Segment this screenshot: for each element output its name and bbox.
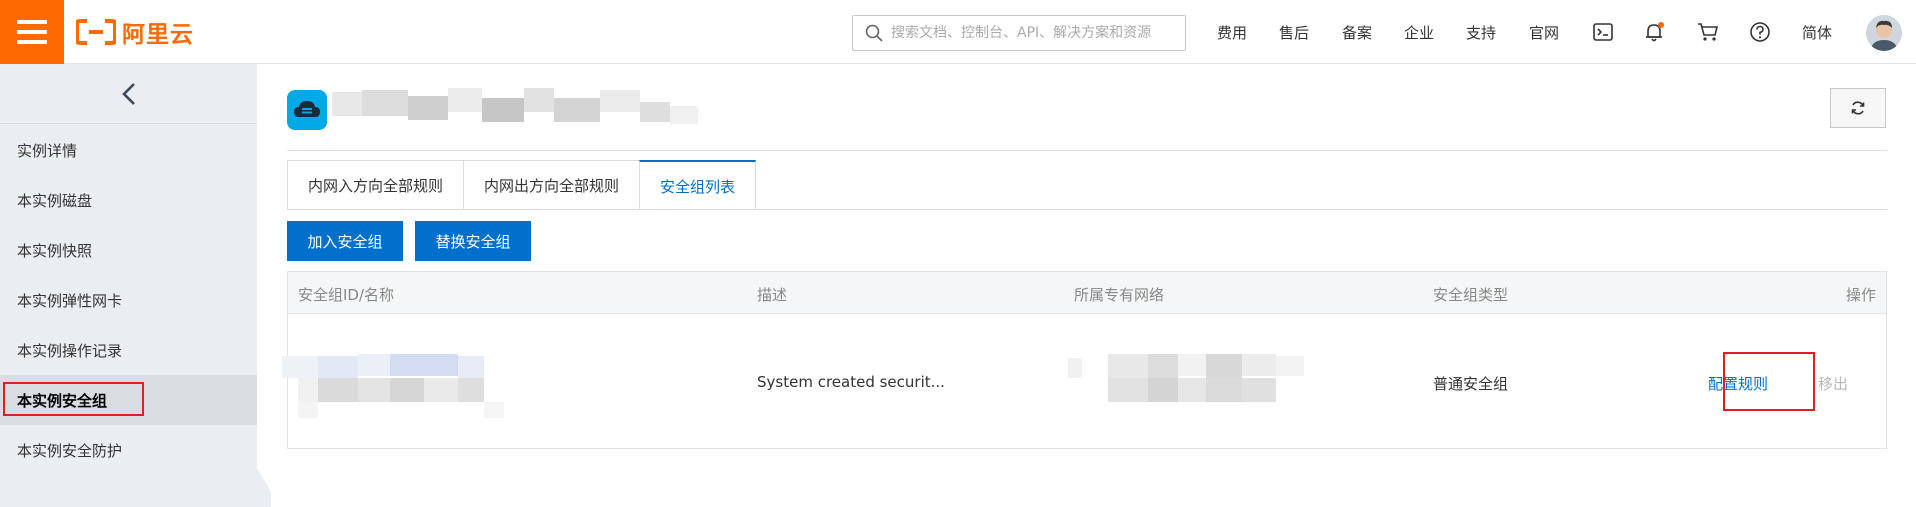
nav-official-site[interactable]: 官网 [1529, 22, 1559, 43]
replace-security-group-button[interactable]: 替换安全组 [415, 221, 531, 261]
tab-security-group-list[interactable]: 安全组列表 [639, 160, 757, 210]
header-divider [287, 150, 1887, 151]
sidebar-item-disks[interactable]: 本实例磁盘 [0, 175, 257, 225]
cloud-server-icon [287, 90, 327, 130]
remove-link: 移出 [1818, 375, 1849, 393]
sidebar-item-security-groups[interactable]: 本实例安全组 [0, 375, 257, 425]
column-header-actions: 操作 [1846, 286, 1877, 304]
nav-after-sales[interactable]: 售后 [1279, 22, 1309, 43]
refresh-button[interactable] [1830, 88, 1886, 128]
tab-inbound-rules[interactable]: 内网入方向全部规则 [287, 160, 465, 210]
sidebar: 实例详情 本实例磁盘 本实例快照 本实例弹性网卡 本实例操作记录 本实例安全组 … [0, 64, 257, 507]
terminal-icon[interactable] [1591, 20, 1615, 44]
nav-icp[interactable]: 备案 [1342, 22, 1372, 43]
instance-name-redacted [332, 86, 702, 136]
chevron-left-icon [121, 82, 135, 105]
column-header-vpc: 所属专有网络 [1074, 286, 1165, 304]
avatar[interactable] [1866, 15, 1902, 51]
logo[interactable]: 阿里云 [76, 16, 194, 48]
configure-rules-link[interactable]: 配置规则 [1708, 373, 1768, 394]
tab-bar: 内网入方向全部规则 内网出方向全部规则 安全组列表 [287, 160, 757, 210]
help-icon[interactable] [1748, 20, 1772, 44]
logo-text: 阿里云 [122, 22, 194, 48]
sidebar-item-instance-details[interactable]: 实例详情 [0, 125, 257, 175]
search-input[interactable] [891, 25, 1181, 41]
sidebar-item-label: 本实例安全组 [17, 391, 108, 410]
security-group-table: 安全组ID/名称 描述 所属专有网络 安全组类型 操作 System creat… [282, 271, 1887, 449]
sidebar-item-label: 本实例弹性网卡 [17, 291, 123, 310]
sidebar-item-security-protection[interactable]: 本实例安全防护 [0, 425, 257, 475]
search-box[interactable] [852, 15, 1186, 51]
logo-icon [76, 19, 116, 45]
tab-outbound-rules[interactable]: 内网出方向全部规则 [463, 160, 641, 210]
cart-icon[interactable] [1696, 20, 1720, 44]
sidebar-resize-handle[interactable] [257, 468, 271, 507]
search-icon [865, 24, 883, 42]
sidebar-item-label: 本实例安全防护 [17, 441, 123, 460]
sidebar-item-label: 本实例快照 [17, 241, 93, 260]
column-header-type: 安全组类型 [1433, 286, 1509, 304]
sidebar-item-snapshots[interactable]: 本实例快照 [0, 225, 257, 275]
row-description: System created securit... [757, 373, 945, 391]
join-security-group-button[interactable]: 加入安全组 [287, 221, 403, 261]
sidebar-item-label: 本实例操作记录 [17, 341, 123, 360]
language-switch[interactable]: 简体 [1802, 22, 1832, 43]
sidebar-item-operation-logs[interactable]: 本实例操作记录 [0, 325, 257, 375]
sidebar-item-label: 实例详情 [17, 141, 78, 160]
sidebar-collapse-button[interactable] [0, 64, 257, 124]
sidebar-item-eni[interactable]: 本实例弹性网卡 [0, 275, 257, 325]
tabs-underline [287, 209, 1887, 210]
column-header-description: 描述 [757, 286, 788, 304]
nav-support[interactable]: 支持 [1466, 22, 1496, 43]
nav-fees[interactable]: 费用 [1217, 22, 1247, 43]
top-bar: 阿里云 费用 售后 备案 企业 支持 官网 简体 [0, 0, 1916, 64]
column-header-id-name: 安全组ID/名称 [298, 286, 395, 304]
nav-enterprise[interactable]: 企业 [1404, 22, 1434, 43]
refresh-icon [1851, 101, 1865, 115]
sidebar-item-label: 本实例磁盘 [17, 191, 93, 210]
bell-icon[interactable] [1642, 20, 1666, 44]
table-header: 安全组ID/名称 描述 所属专有网络 安全组类型 操作 [288, 272, 1886, 314]
menu-icon[interactable] [0, 0, 64, 64]
main-content: 内网入方向全部规则 内网出方向全部规则 安全组列表 加入安全组 替换安全组 安全… [272, 64, 1916, 507]
row-type: 普通安全组 [1433, 375, 1509, 393]
